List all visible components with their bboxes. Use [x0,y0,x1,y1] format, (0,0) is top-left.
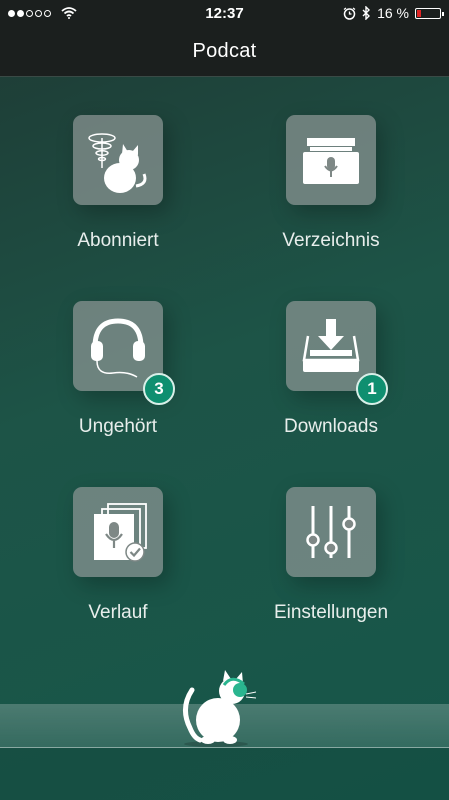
menu-item-settings[interactable]: Einstellungen [261,487,401,624]
page-title: Podcat [192,40,257,62]
menu-item-label: Verzeichnis [282,230,380,251]
bluetooth-icon [362,6,371,20]
menu-item-history[interactable]: Verlauf [48,487,188,624]
archive-box-icon [303,138,359,184]
unplayed-tile[interactable]: 3 [73,301,175,405]
cat-with-signal-icon [88,133,147,193]
menu-item-label: Downloads [284,416,378,437]
unplayed-count-badge: 3 [143,373,175,405]
menu-item-subscribed[interactable]: Abonniert [48,115,188,252]
battery-percent: 16 % [377,5,409,21]
menu-item-unplayed[interactable]: 3 Ungehört [48,301,188,438]
menu-item-label: Ungehört [78,416,158,437]
subscribed-tile[interactable] [73,115,163,205]
nav-bar: Podcat [0,28,449,77]
downloads-tile[interactable]: 1 [286,301,388,405]
menu-item-label: Verlauf [88,602,148,623]
menu-item-directory[interactable]: Verzeichnis [261,115,401,252]
battery-level [417,9,421,17]
history-tile[interactable] [73,487,163,577]
downloads-count-badge: 1 [356,373,388,405]
status-bar: 12:37 16 % [0,0,449,28]
directory-tile[interactable] [286,115,376,205]
battery-icon [415,7,444,19]
menu-item-label: Abonniert [77,230,159,251]
alarm-icon [343,6,356,20]
menu-item-downloads[interactable]: 1 Downloads [261,301,401,438]
cat-mascot-icon [183,670,257,747]
footer-base [0,748,449,800]
sliders-icon [306,506,356,558]
menu-item-label: Einstellungen [273,602,389,623]
download-tray-icon [302,319,360,372]
settings-tile[interactable] [286,487,376,577]
history-icon [94,503,147,562]
headphones-icon [91,318,145,378]
